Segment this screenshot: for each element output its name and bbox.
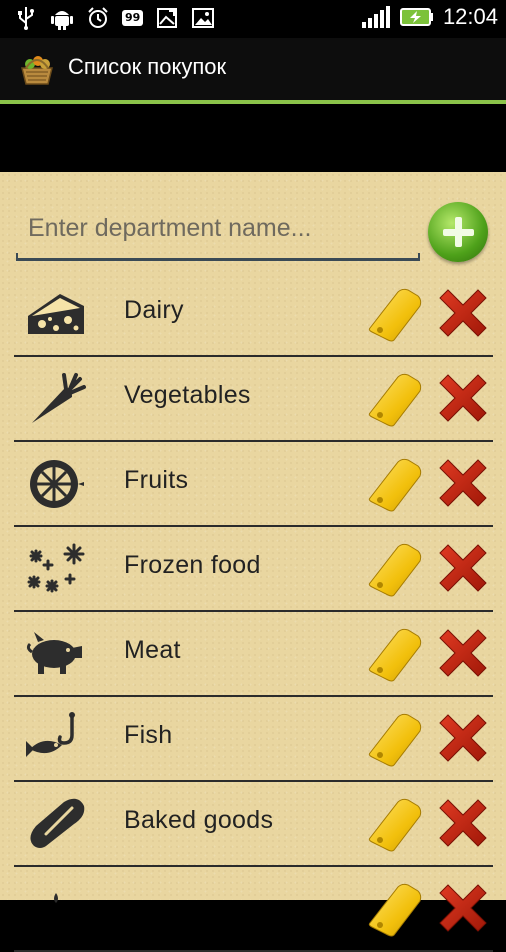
tag-edit-icon (364, 288, 422, 346)
tag-edit-icon (364, 373, 422, 431)
delete-x-icon (436, 799, 490, 854)
delete-department-button[interactable] (436, 626, 490, 680)
input-underline (16, 253, 420, 261)
gallery-icon (155, 6, 179, 30)
department-label: Baked goods (124, 806, 274, 834)
delete-x-icon (436, 289, 490, 344)
tag-edit-icon (364, 628, 422, 686)
department-row-partial[interactable] (14, 867, 493, 952)
department-name-input[interactable] (16, 200, 420, 256)
department-row[interactable]: Fruits (14, 442, 493, 527)
image-icon (191, 6, 215, 30)
status-bar: 99 12:04 (0, 0, 506, 38)
tag-edit-icon (364, 543, 422, 601)
edit-department-button[interactable] (364, 624, 422, 682)
department-row[interactable]: Baked goods (14, 782, 493, 867)
delete-x-icon (436, 629, 490, 684)
delete-x-icon (436, 374, 490, 429)
delete-department-button[interactable] (436, 541, 490, 595)
delete-department-button[interactable] (436, 286, 490, 340)
department-row[interactable]: Fish (14, 697, 493, 782)
department-row[interactable]: Frozen food (14, 527, 493, 612)
android-debug-icon (50, 6, 74, 30)
delete-department-button[interactable] (436, 456, 490, 510)
add-department-button[interactable] (428, 202, 488, 262)
department-label: Dairy (124, 296, 184, 324)
edit-department-button[interactable] (364, 879, 422, 937)
department-row[interactable]: Vegetables (14, 357, 493, 442)
carrot-icon (24, 371, 88, 427)
snowflakes-icon (24, 541, 88, 597)
battery-level-badge: 99 (122, 10, 144, 26)
department-input-container (16, 200, 420, 262)
department-screen: Dairy Vegetables Fruits Frozen food Meat Fish… (0, 172, 506, 952)
pig-icon (24, 626, 88, 682)
item-icon (24, 881, 88, 937)
cheese-icon (24, 286, 88, 342)
clock: 12:04 (442, 4, 498, 29)
department-row[interactable]: Meat (14, 612, 493, 697)
delete-department-button[interactable] (436, 881, 490, 935)
tag-edit-icon (364, 883, 422, 941)
department-label: Meat (124, 636, 181, 664)
edit-department-button[interactable] (364, 454, 422, 512)
edit-department-button[interactable] (364, 369, 422, 427)
battery-charging-icon (399, 5, 435, 29)
alarm-icon (86, 6, 110, 30)
action-bar: Список покупок (0, 38, 506, 100)
edit-department-button[interactable] (364, 539, 422, 597)
department-label: Fruits (124, 466, 189, 494)
delete-x-icon (436, 714, 490, 769)
edit-department-button[interactable] (364, 284, 422, 342)
basket-icon[interactable] (18, 50, 56, 88)
signal-icon (361, 5, 391, 29)
department-label: Frozen food (124, 551, 261, 579)
department-list: Dairy Vegetables Fruits Frozen food Meat Fish… (14, 272, 493, 952)
usb-icon (14, 6, 38, 30)
edit-department-button[interactable] (364, 709, 422, 767)
department-label: Fish (124, 721, 173, 749)
tag-edit-icon (364, 458, 422, 516)
tag-edit-icon (364, 798, 422, 856)
app-title: Список покупок (68, 54, 227, 79)
delete-department-button[interactable] (436, 796, 490, 850)
delete-x-icon (436, 544, 490, 599)
delete-x-icon (436, 884, 490, 939)
header-spacer (0, 104, 506, 172)
edit-department-button[interactable] (364, 794, 422, 852)
department-label: Vegetables (124, 381, 251, 409)
lemon-slice-icon (24, 456, 88, 512)
delete-x-icon (436, 459, 490, 514)
department-row[interactable]: Dairy (14, 272, 493, 357)
tag-edit-icon (364, 713, 422, 771)
delete-department-button[interactable] (436, 371, 490, 425)
bread-icon (24, 796, 88, 852)
delete-department-button[interactable] (436, 711, 490, 765)
fish-hook-icon (24, 711, 88, 767)
